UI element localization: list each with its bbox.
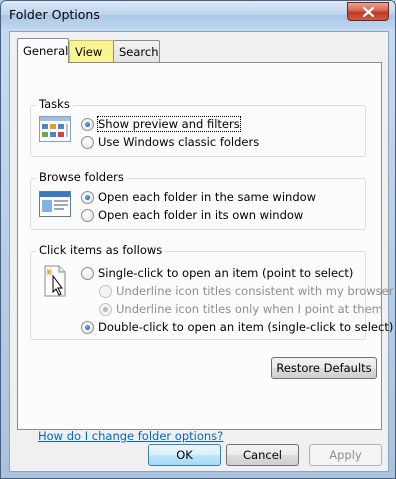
tab-label: General: [23, 44, 69, 58]
tab-search[interactable]: Search: [113, 40, 160, 62]
same-window-option[interactable]: Open each folder in the same window: [81, 190, 316, 204]
general-tab-panel: Tasks Show preview and filters Use Windo…: [17, 62, 393, 443]
close-icon: [362, 6, 374, 17]
option-label: Underline icon titles only when I point …: [116, 302, 383, 316]
own-window-option[interactable]: Open each folder in its own window: [81, 208, 303, 222]
option-label: Single-click to open an item (point to s…: [98, 266, 354, 280]
title-bar[interactable]: Folder Options: [1, 1, 395, 29]
browse-window-icon: [39, 191, 71, 220]
radio-button[interactable]: [81, 117, 94, 131]
restore-defaults-button[interactable]: Restore Defaults: [271, 357, 377, 379]
radio-button[interactable]: [81, 135, 94, 149]
tab-view[interactable]: View: [69, 40, 114, 62]
tab-label: Search: [119, 44, 159, 59]
radio-button: [99, 284, 112, 298]
underline-point-option: Underline icon titles only when I point …: [99, 302, 383, 316]
click-items-group: Click items as follows Single-click to o…: [30, 243, 393, 340]
underline-browser-option: Underline icon titles consistent with my…: [99, 284, 393, 298]
radio-button[interactable]: [81, 190, 94, 204]
group-label: Click items as follows: [36, 243, 166, 257]
ok-button[interactable]: OK: [148, 444, 221, 466]
tab-general[interactable]: General: [17, 38, 69, 63]
browse-folders-group: Browse folders Open each folder in the s…: [30, 170, 366, 230]
folder-tasks-icon: [39, 116, 71, 145]
group-label: Tasks: [36, 97, 73, 111]
help-link[interactable]: How do I change folder options?: [38, 429, 223, 443]
radio-button[interactable]: [81, 320, 94, 334]
dialog-body: General View Search Tasks Show preview a…: [9, 31, 393, 472]
cancel-button[interactable]: Cancel: [226, 444, 299, 466]
radio-button[interactable]: [81, 208, 94, 222]
apply-button[interactable]: Apply: [309, 444, 382, 466]
single-click-option[interactable]: Single-click to open an item (point to s…: [81, 266, 353, 280]
option-label: Open each folder in its own window: [98, 208, 304, 222]
pointer-click-icon: [43, 264, 69, 301]
option-label: Underline icon titles consistent with my…: [116, 284, 394, 298]
option-label: Use Windows classic folders: [98, 135, 260, 149]
option-label: Open each folder in the same window: [98, 190, 317, 204]
tasks-group: Tasks Show preview and filters Use Windo…: [30, 97, 366, 157]
classic-folders-option[interactable]: Use Windows classic folders: [81, 135, 259, 149]
folder-options-window: Folder Options General View Search Tasks: [0, 0, 396, 479]
group-label: Browse folders: [36, 170, 127, 184]
option-label: Double-click to open an item (single-cli…: [98, 320, 394, 334]
window-title: Folder Options: [9, 7, 100, 22]
tab-label: View: [75, 44, 103, 59]
close-button[interactable]: [347, 2, 389, 21]
radio-button: [99, 302, 112, 316]
double-click-option[interactable]: Double-click to open an item (single-cli…: [81, 320, 393, 334]
option-label: Show preview and filters: [97, 116, 241, 132]
show-preview-option[interactable]: Show preview and filters: [81, 116, 241, 132]
radio-button[interactable]: [81, 266, 94, 280]
